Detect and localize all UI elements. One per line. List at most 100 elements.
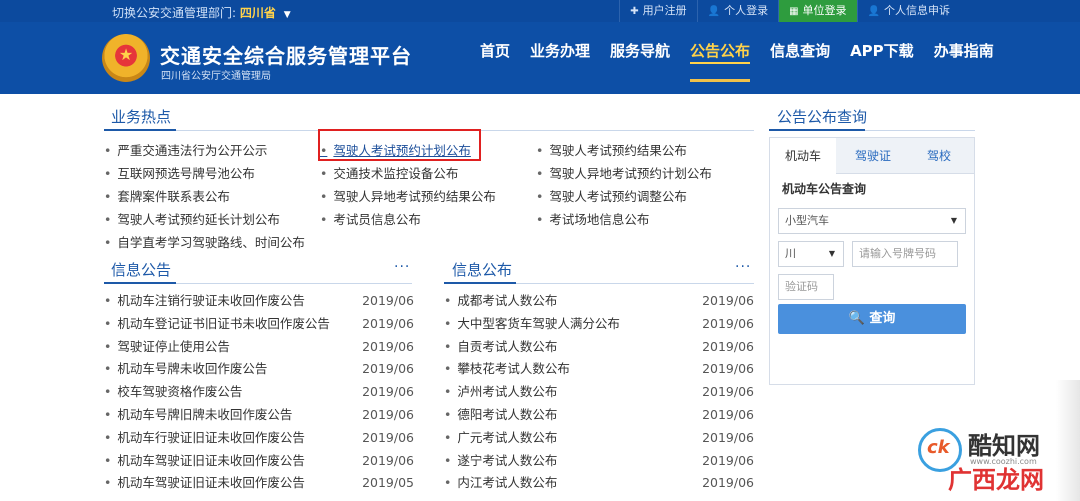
dept-switcher[interactable]: 切换公安交通管理部门: 四川省 ▼ xyxy=(112,4,291,21)
hot-link[interactable]: 驾驶人考试预约结果公布 xyxy=(536,140,687,159)
tab-vehicle[interactable]: 机动车 xyxy=(770,138,836,175)
nav-info-query[interactable]: 信息查询 xyxy=(770,22,830,94)
list-item[interactable]: 内江考试人数公布 2019/06 xyxy=(444,472,754,495)
hot-section-title: 业务热点 xyxy=(111,108,172,126)
list-item-title[interactable]: 机动车登记证书旧证书未收回作废公告 xyxy=(104,313,330,336)
appeal-link[interactable]: 👤 个人信息申诉 xyxy=(856,0,960,22)
list-item-title[interactable]: 广元考试人数公布 xyxy=(444,427,557,450)
list-item[interactable]: 驾驶证停止使用公告 2019/06 xyxy=(104,336,414,359)
watermark: ck 酷知网 www.coozhi.com 广西龙网 xyxy=(918,424,1078,494)
list-item-title[interactable]: 攀枝花考试人数公布 xyxy=(444,358,570,381)
list-item-title[interactable]: 机动车号牌未收回作废公告 xyxy=(104,358,267,381)
personal-login-link[interactable]: 👤 个人登录 xyxy=(696,0,778,22)
highlight-box xyxy=(318,129,481,161)
list-item[interactable]: 机动车号牌旧牌未收回作废公告 2019/06 xyxy=(104,404,414,427)
nav-announcements[interactable]: 公告公布 xyxy=(690,22,751,94)
province-select[interactable]: 川 ▼ xyxy=(778,241,844,267)
list-item-title[interactable]: 机动车号牌旧牌未收回作废公告 xyxy=(104,404,292,427)
list-item[interactable]: 广元考试人数公布 2019/06 xyxy=(444,427,754,450)
hot-link[interactable]: 自学直考学习驾驶路线、时间公布 xyxy=(104,232,305,251)
captcha-input[interactable]: 验证码 xyxy=(778,274,834,300)
plate-input[interactable]: 请输入号牌号码 xyxy=(852,241,958,267)
dept-label: 切换公安交通管理部门: xyxy=(112,6,237,20)
section-underline xyxy=(104,282,176,284)
query-button[interactable]: 🔍 查询 xyxy=(778,304,966,334)
list-item-title[interactable]: 校车驾驶资格作废公告 xyxy=(104,381,242,404)
list-item-date: 2019/06 xyxy=(362,338,414,354)
caret-down-icon: ▼ xyxy=(950,216,957,225)
hot-link[interactable]: 驾驶人考试预约调整公布 xyxy=(536,186,687,205)
list-item-title[interactable]: 泸州考试人数公布 xyxy=(444,381,557,404)
list-item[interactable]: 攀枝花考试人数公布 2019/06 xyxy=(444,358,754,381)
list-item[interactable]: 遂宁考试人数公布 2019/06 xyxy=(444,450,754,473)
hot-link[interactable]: 驾驶人异地考试预约结果公布 xyxy=(320,186,496,205)
hot-link[interactable]: 互联网预选号牌号池公布 xyxy=(104,163,255,182)
hot-link[interactable]: 套牌案件联系表公布 xyxy=(104,186,230,205)
query-tabs: 机动车 驾驶证 驾校 xyxy=(770,138,974,175)
list-item-date: 2019/06 xyxy=(702,293,754,308)
publish-list: 成都考试人数公布 2019/06 大中型客货车驾驶人满分公布 2019/06 自贡考试人… xyxy=(444,290,754,495)
nav-guide[interactable]: 办事指南 xyxy=(934,22,994,94)
list-item-title[interactable]: 成都考试人数公布 xyxy=(444,290,557,313)
nav-home[interactable]: 首页 xyxy=(480,22,510,94)
section-underline xyxy=(769,129,865,131)
plus-icon: ✚ xyxy=(630,6,639,17)
list-item[interactable]: 自贡考试人数公布 2019/06 xyxy=(444,336,754,359)
list-item-date: 2019/06 xyxy=(362,429,414,445)
list-item-title[interactable]: 机动车行驶证旧证未收回作废公告 xyxy=(104,427,305,450)
hot-link[interactable]: 考试场地信息公布 xyxy=(536,209,649,228)
list-item-date: 2019/06 xyxy=(362,361,414,377)
tab-license[interactable]: 驾驶证 xyxy=(840,138,906,174)
list-item[interactable]: 机动车号牌未收回作废公告 2019/06 xyxy=(104,358,414,381)
hot-link[interactable]: 严重交通违法行为公开公示 xyxy=(104,140,267,159)
more-icon[interactable]: ··· xyxy=(735,259,751,275)
caret-down-icon[interactable]: ▼ xyxy=(284,10,291,20)
list-item[interactable]: 机动车驾驶证旧证未收回作废公告 2019/06 xyxy=(104,450,414,473)
site-title[interactable]: 交通安全综合服务管理平台 xyxy=(160,40,412,69)
list-item[interactable]: 泸州考试人数公布 2019/06 xyxy=(444,381,754,404)
list-item[interactable]: 德阳考试人数公布 2019/06 xyxy=(444,404,754,427)
nav-service-guide[interactable]: 服务导航 xyxy=(610,22,670,94)
hot-link[interactable]: 交通技术监控设备公布 xyxy=(320,163,458,182)
publish-section-title: 信息公布 xyxy=(452,261,513,279)
list-item-title[interactable]: 大中型客货车驾驶人满分公布 xyxy=(444,313,620,336)
list-item[interactable]: 机动车登记证书旧证书未收回作废公告 2019/06 xyxy=(104,313,414,336)
list-item-title[interactable]: 机动车驾驶证旧证未收回作废公告 xyxy=(104,472,305,495)
list-item-title[interactable]: 机动车驾驶证旧证未收回作废公告 xyxy=(104,450,305,473)
site-header: ★ 交通安全综合服务管理平台 四川省公安厅交通管理局 首页 业务办理 服务导航 … xyxy=(0,22,1080,94)
list-item-date: 2019/06 xyxy=(702,384,754,400)
list-item-date: 2019/06 xyxy=(362,452,414,468)
watermark-name: 酷知网 xyxy=(968,432,1040,460)
notice-section-title: 信息公告 xyxy=(111,261,172,279)
vehicle-type-select[interactable]: 小型汽车 ▼ xyxy=(778,208,966,234)
list-item-title[interactable]: 机动车注销行驶证未收回作废公告 xyxy=(104,290,305,313)
tab-driving-school[interactable]: 驾校 xyxy=(906,138,972,174)
list-item[interactable]: 大中型客货车驾驶人满分公布 2019/06 xyxy=(444,313,754,336)
dept-value[interactable]: 四川省 xyxy=(240,6,276,20)
nav-business[interactable]: 业务办理 xyxy=(530,22,590,94)
police-emblem-icon: ★ xyxy=(102,34,150,82)
list-item-title[interactable]: 自贡考试人数公布 xyxy=(444,336,557,359)
register-link[interactable]: ✚ 用户注册 xyxy=(619,0,696,22)
list-item-title[interactable]: 遂宁考试人数公布 xyxy=(444,450,557,473)
list-item[interactable]: 校车驾驶资格作废公告 2019/06 xyxy=(104,381,414,404)
hot-link[interactable]: 考试员信息公布 xyxy=(320,209,421,228)
list-item-date: 2019/06 xyxy=(362,293,414,308)
org-login-link[interactable]: ▦ 单位登录 xyxy=(778,0,857,22)
list-item[interactable]: 成都考试人数公布 2019/06 xyxy=(444,290,754,313)
nav-app-download[interactable]: APP下载 xyxy=(850,22,914,94)
list-item[interactable]: 机动车驾驶证旧证未收回作废公告 2019/05 xyxy=(104,472,414,495)
main-nav: 首页 业务办理 服务导航 公告公布 信息查询 APP下载 办事指南 xyxy=(470,22,1004,94)
section-underline xyxy=(104,129,176,131)
hot-link[interactable]: 驾驶人考试预约延长计划公布 xyxy=(104,209,280,228)
list-item[interactable]: 机动车行驶证旧证未收回作废公告 2019/06 xyxy=(104,427,414,450)
list-item-date: 2019/06 xyxy=(702,315,754,331)
list-item-title[interactable]: 德阳考试人数公布 xyxy=(444,404,557,427)
account-links: ✚ 用户注册 👤 个人登录 ▦ 单位登录 👤 个人信息申诉 xyxy=(619,0,960,22)
site-subtitle: 四川省公安厅交通管理局 xyxy=(161,71,271,82)
more-icon[interactable]: ··· xyxy=(394,259,410,275)
list-item[interactable]: 机动车注销行驶证未收回作废公告 2019/06 xyxy=(104,290,414,313)
hot-link[interactable]: 驾驶人异地考试预约计划公布 xyxy=(536,163,712,182)
list-item-title[interactable]: 内江考试人数公布 xyxy=(444,472,557,495)
list-item-title[interactable]: 驾驶证停止使用公告 xyxy=(104,336,230,359)
